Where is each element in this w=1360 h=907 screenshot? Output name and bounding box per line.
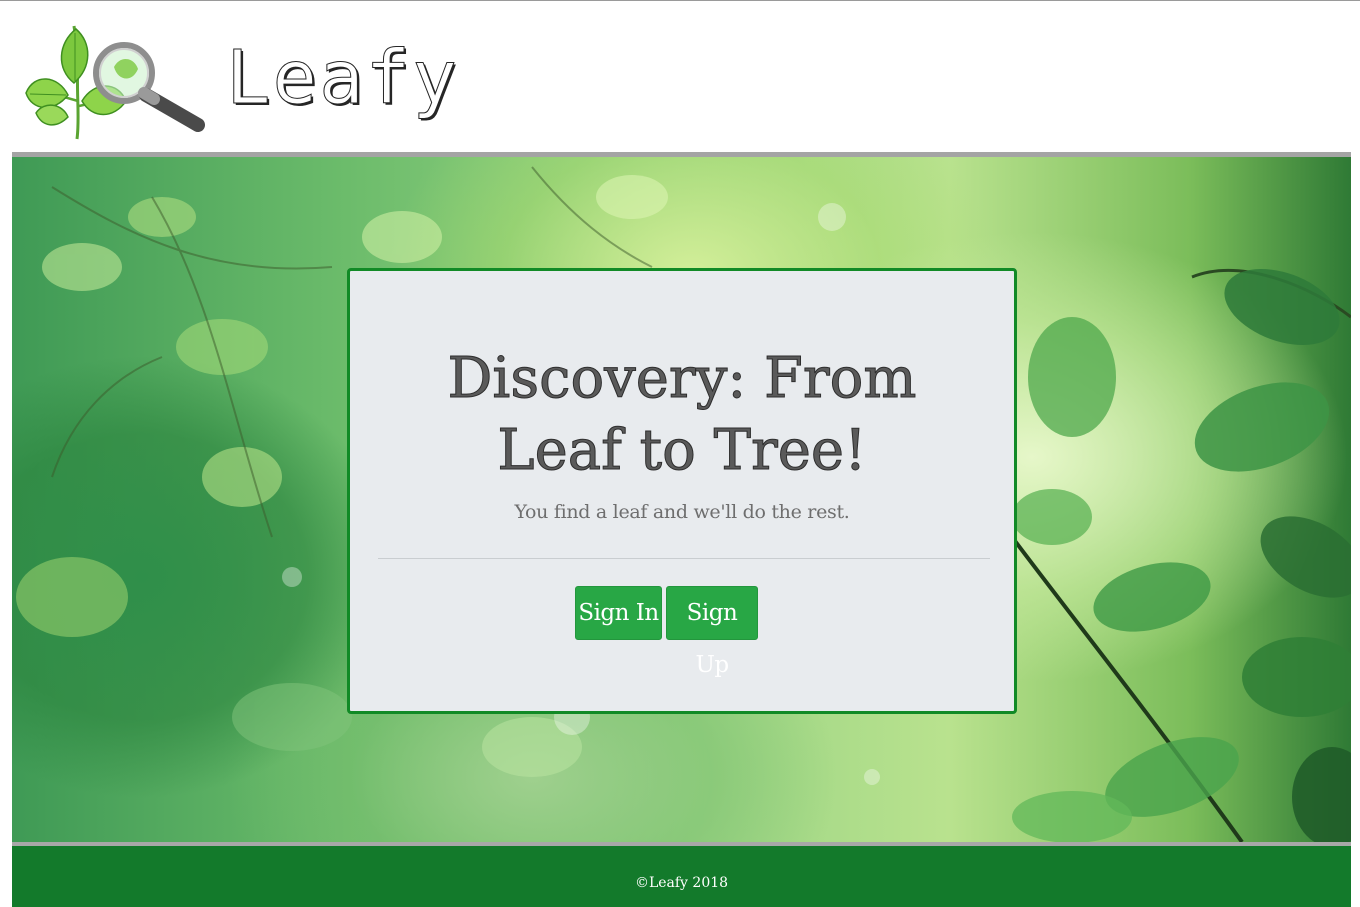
card-title: Discovery: From Leaf to Tree! (447, 346, 917, 484)
footer-copyright: ©Leafy 2018 (634, 875, 729, 891)
sign-up-button[interactable]: Sign Up (666, 586, 758, 678)
divider (378, 558, 990, 559)
card-subtitle: You find a leaf and we'll do the rest. (514, 501, 850, 523)
site-header: Leafy (0, 1, 1360, 152)
leaf-magnifier-icon[interactable] (22, 21, 206, 141)
site-footer: ©Leafy 2018 (12, 846, 1351, 907)
site-logo-text[interactable]: Leafy (226, 33, 459, 123)
welcome-card: Discovery: From Leaf to Tree! You find a… (347, 268, 1017, 714)
sign-in-button[interactable]: Sign In (575, 586, 662, 640)
